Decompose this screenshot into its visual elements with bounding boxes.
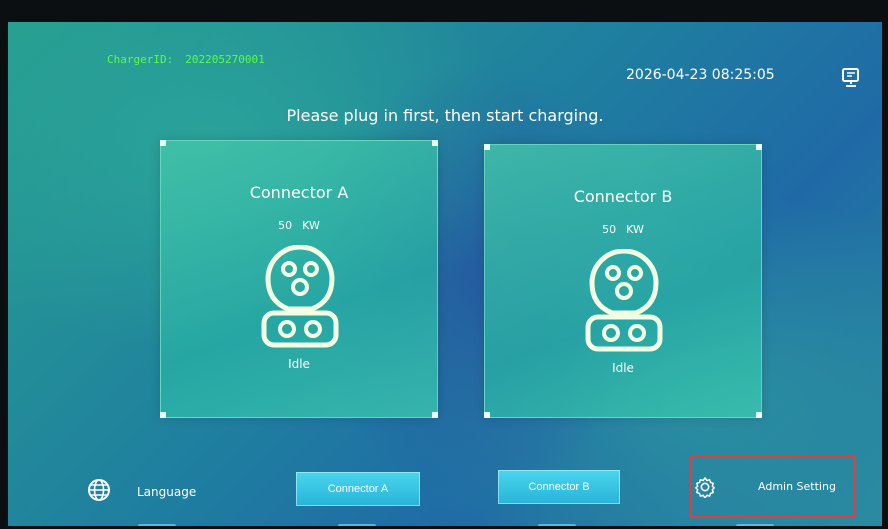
connector-b-card[interactable]: Connector B 50 KW Idle bbox=[484, 144, 762, 418]
connector-status: Idle bbox=[612, 361, 634, 375]
tab-indicator bbox=[338, 524, 376, 526]
connector-title: Connector A bbox=[249, 183, 349, 202]
datetime: 2026-04-23 08:25:05 bbox=[626, 67, 775, 83]
language-label[interactable]: Language bbox=[137, 485, 196, 499]
connector-a-button[interactable]: Connector A bbox=[296, 472, 420, 506]
charger-screen: ChargerID: 202205270001 2026-04-23 08:25:… bbox=[8, 22, 882, 526]
monitor-network-icon[interactable] bbox=[839, 66, 863, 90]
tab-indicator bbox=[736, 524, 774, 526]
ev-plug-icon bbox=[585, 249, 663, 352]
connector-b-button[interactable]: Connector B bbox=[498, 470, 620, 504]
gear-icon[interactable] bbox=[694, 476, 716, 498]
charger-id: ChargerID: 202205270001 bbox=[107, 53, 265, 66]
tab-indicator bbox=[138, 524, 176, 526]
charger-id-label: ChargerID: bbox=[107, 53, 174, 66]
power-unit: KW bbox=[302, 219, 320, 232]
connector-a-card[interactable]: Connector A 50 KW Idle bbox=[160, 140, 438, 418]
globe-icon[interactable] bbox=[87, 478, 111, 502]
connector-title: Connector B bbox=[573, 187, 673, 206]
connector-power: 50 KW bbox=[161, 219, 437, 232]
admin-setting-label[interactable]: Admin Setting bbox=[758, 480, 836, 493]
power-value: 50 bbox=[278, 219, 293, 232]
ev-plug-icon bbox=[261, 245, 339, 348]
tab-indicator bbox=[538, 524, 576, 526]
charger-id-value: 202205270001 bbox=[185, 53, 265, 66]
connector-status: Idle bbox=[288, 357, 310, 371]
connector-power: 50 KW bbox=[485, 223, 761, 236]
instruction-text: Please plug in first, then start chargin… bbox=[286, 106, 604, 125]
power-unit: KW bbox=[626, 223, 644, 236]
power-value: 50 bbox=[602, 223, 617, 236]
